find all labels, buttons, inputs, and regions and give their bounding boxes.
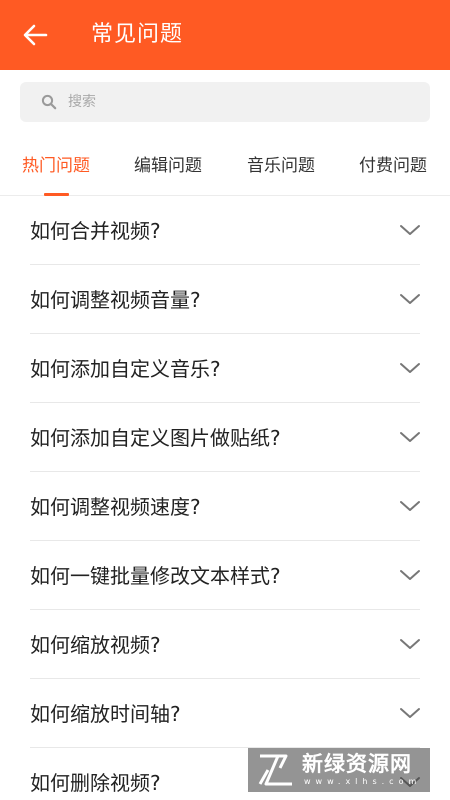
faq-question: 如何删除视频? <box>30 771 161 795</box>
search-bar[interactable] <box>20 82 430 122</box>
chevron-down-icon <box>400 639 420 649</box>
chevron-down-icon <box>400 708 420 718</box>
arrow-left-icon <box>23 24 48 46</box>
watermark-logo-icon <box>258 754 292 786</box>
page-title: 常见问题 <box>91 22 184 47</box>
faq-question: 如何添加自定义图片做贴纸? <box>30 426 281 450</box>
tab-payment[interactable]: 付费问题 <box>359 154 427 178</box>
chevron-down-icon <box>400 225 420 235</box>
faq-item[interactable]: 如何调整视频音量? <box>0 265 450 334</box>
faq-question: 如何缩放时间轴? <box>30 702 181 726</box>
faq-question: 如何添加自定义音乐? <box>30 357 221 381</box>
faq-item[interactable]: 如何调整视频速度? <box>0 472 450 541</box>
faq-item[interactable]: 如何缩放时间轴? <box>0 679 450 748</box>
faq-item[interactable]: 如何合并视频? <box>0 196 450 265</box>
chevron-down-icon <box>400 294 420 304</box>
app-header: 常见问题 <box>0 0 450 70</box>
watermark-text: 新绿资源网 <box>302 752 412 776</box>
chevron-down-icon <box>400 501 420 511</box>
back-button[interactable] <box>18 19 52 51</box>
search-icon <box>41 94 57 110</box>
tab-editing[interactable]: 编辑问题 <box>134 154 202 178</box>
faq-item[interactable]: 如何缩放视频? <box>0 610 450 679</box>
chevron-down-icon <box>400 432 420 442</box>
tab-music[interactable]: 音乐问题 <box>247 154 315 178</box>
faq-item[interactable]: 如何一键批量修改文本样式? <box>0 541 450 610</box>
tab-hot[interactable]: 热门问题 <box>22 154 90 178</box>
faq-question: 如何合并视频? <box>30 219 161 243</box>
faq-question: 如何缩放视频? <box>30 633 161 657</box>
chevron-down-icon <box>400 570 420 580</box>
watermark: 新绿资源网 www.xlhs.com <box>248 748 430 792</box>
category-tabs: 热门问题 编辑问题 音乐问题 付费问题 <box>0 140 450 196</box>
faq-item[interactable]: 如何添加自定义音乐? <box>0 334 450 403</box>
faq-question: 如何一键批量修改文本样式? <box>30 564 281 588</box>
chevron-down-icon <box>400 363 420 373</box>
search-input[interactable] <box>64 82 414 122</box>
faq-item[interactable]: 如何添加自定义图片做贴纸? <box>0 403 450 472</box>
faq-question: 如何调整视频音量? <box>30 288 201 312</box>
watermark-url: www.xlhs.com <box>304 777 422 786</box>
faq-question: 如何调整视频速度? <box>30 495 201 519</box>
